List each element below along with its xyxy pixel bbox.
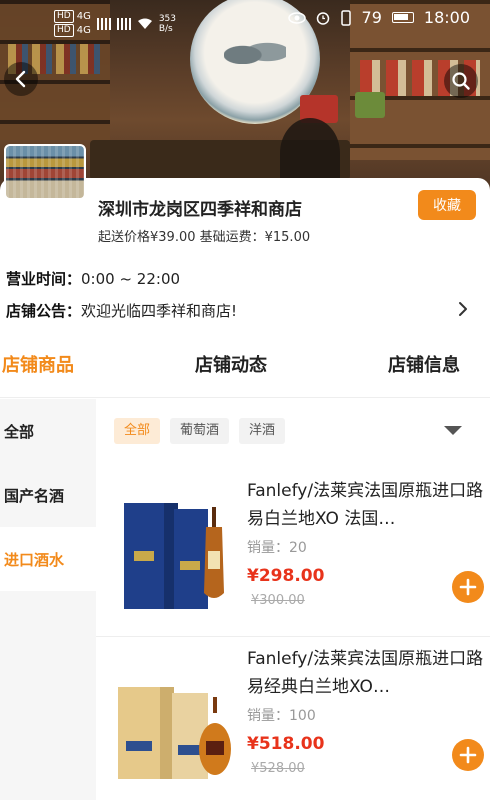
- signal-icon: [116, 17, 131, 30]
- business-hours-value: 0:00 ~ 22:00: [81, 270, 181, 288]
- store-logo: [4, 144, 86, 200]
- search-button[interactable]: [444, 64, 478, 98]
- network-speed: 353 B/s: [158, 13, 177, 34]
- product-card[interactable]: Fanlefy/法莱宾法国原瓶进口路易经典白兰地XO… 销量：100 ¥518.…: [96, 636, 490, 800]
- business-hours-label: 营业时间：: [6, 270, 82, 288]
- store-tabs: 店铺商品 店铺动态 店铺信息: [0, 350, 490, 398]
- chevron-right-icon[interactable]: [454, 299, 472, 319]
- product-title: Fanlefy/法莱宾法国原瓶进口路易经典白兰地XO…: [247, 649, 484, 697]
- clock: 18:00: [423, 8, 470, 27]
- wifi-icon: [137, 18, 152, 29]
- store-notice-label: 店铺公告：: [6, 302, 82, 320]
- filter-chip-all[interactable]: 全部: [114, 418, 161, 444]
- category-sidebar: 全部 国产名酒 进口酒水: [0, 399, 96, 800]
- battery-icon: [391, 12, 414, 23]
- product-sales: 销量：100: [247, 708, 316, 724]
- hd-badge: HD: [54, 24, 74, 37]
- store-name: 深圳市龙岗区四季祥和商店: [98, 200, 302, 220]
- signal-icon: [96, 17, 111, 30]
- store-info-card: 深圳市龙岗区四季祥和商店 起送价格¥39.00 基础运费：¥15.00 收藏 营…: [0, 178, 490, 340]
- product-title: Fanlefy/法莱宾法国原瓶进口路易白兰地XO 法国…: [247, 481, 484, 529]
- store-notice[interactable]: 店铺公告：欢迎光临四季祥和商店!: [6, 300, 237, 321]
- store-notice-value: 欢迎光临四季祥和商店!: [81, 302, 238, 320]
- chevron-left-icon: [15, 70, 26, 88]
- filter-chip-spirits[interactable]: 洋酒: [239, 418, 286, 444]
- status-bar: HD 4G HD 4G 353 B/s 79 18:00: [0, 8, 490, 37]
- category-imported-drinks[interactable]: 进口酒水: [0, 527, 96, 591]
- plus-icon: [459, 578, 477, 596]
- search-icon: [452, 72, 470, 90]
- back-button[interactable]: [4, 62, 38, 96]
- hd-badge: HD: [54, 10, 74, 23]
- product-card[interactable]: Fanlefy/法莱宾法国原瓶进口路易白兰地XO 法国… 销量：20 ¥298.…: [96, 469, 490, 634]
- tab-store-products[interactable]: 店铺商品: [0, 350, 155, 397]
- product-price: ¥298.00: [247, 566, 325, 586]
- eye-icon: [287, 11, 306, 24]
- favorite-button[interactable]: 收藏: [418, 190, 476, 220]
- tab-store-updates[interactable]: 店铺动态: [155, 350, 308, 397]
- add-to-cart-button[interactable]: [452, 571, 484, 603]
- business-hours: 营业时间：0:00 ~ 22:00: [6, 268, 180, 289]
- battery-level: 79: [361, 8, 382, 27]
- store-page: HD 4G HD 4G 353 B/s 79 18:00 深圳市龙岗区四季祥和商…: [0, 0, 490, 800]
- product-image: [114, 481, 234, 621]
- product-original-price: ¥528.00: [251, 761, 305, 776]
- product-original-price: ¥300.00: [251, 593, 305, 608]
- tab-store-info[interactable]: 店铺信息: [307, 350, 490, 397]
- alarm-icon: [316, 11, 329, 25]
- vibrate-icon: [340, 9, 351, 26]
- category-all[interactable]: 全部: [0, 399, 96, 463]
- product-price: ¥518.00: [247, 734, 325, 754]
- add-to-cart-button[interactable]: [452, 739, 484, 771]
- delivery-info: 起送价格¥39.00 基础运费：¥15.00: [98, 230, 311, 245]
- filter-chips: 全部 葡萄酒 洋酒: [114, 418, 286, 444]
- product-sales: 销量：20: [247, 540, 307, 556]
- product-panel: 全部 葡萄酒 洋酒 Fanlefy/法莱宾法国原瓶进口路易白兰地XO 法国… 销…: [96, 399, 490, 800]
- category-domestic-liquor[interactable]: 国产名酒: [0, 463, 96, 527]
- filter-chip-wine[interactable]: 葡萄酒: [170, 418, 230, 444]
- network-label: 4G: [76, 11, 91, 22]
- network-label: 4G: [76, 25, 91, 36]
- plus-icon: [459, 746, 477, 764]
- product-image: [114, 649, 234, 789]
- expand-filters-icon[interactable]: [444, 426, 462, 435]
